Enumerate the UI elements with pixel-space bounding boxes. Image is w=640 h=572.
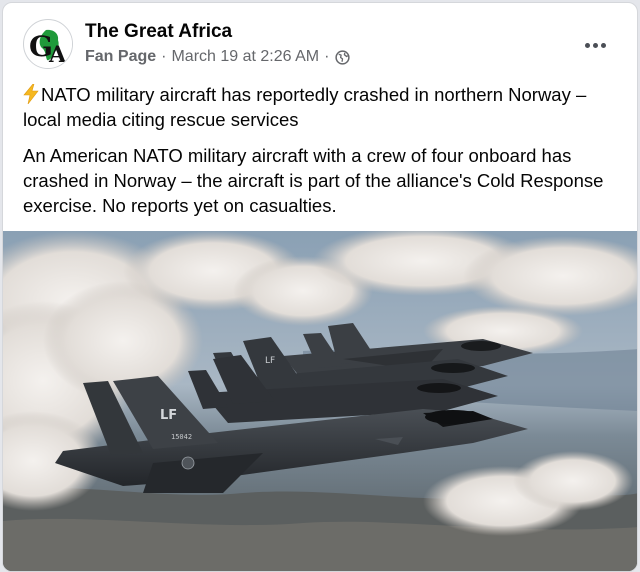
lightning-bolt-icon xyxy=(23,83,39,105)
fighter-jets-image: LF LF 15042 xyxy=(3,231,637,571)
post-body: An American NATO military aircraft with … xyxy=(23,145,604,216)
post-headline: NATO military aircraft has reportedly cr… xyxy=(23,82,623,132)
headline-text: NATO military aircraft has reportedly cr… xyxy=(23,84,587,130)
meta-separator: · xyxy=(324,48,330,65)
page-type-label: Fan Page xyxy=(85,48,157,65)
page-avatar[interactable]: G A xyxy=(23,19,73,69)
tail-marking: LF xyxy=(160,408,177,423)
post-card: G A The Great Africa Fan Page · March 19… xyxy=(2,2,638,572)
post-timestamp[interactable]: March 19 at 2:26 AM xyxy=(171,48,319,66)
post-photo[interactable]: LF LF 15042 xyxy=(3,231,637,571)
svg-text:LF: LF xyxy=(265,356,275,366)
page-logo: G A xyxy=(25,21,72,68)
post-header: G A The Great Africa Fan Page · March 19… xyxy=(23,17,623,73)
svg-text:A: A xyxy=(48,42,67,68)
meta-separator: · xyxy=(161,48,167,65)
tail-serial: 15042 xyxy=(171,433,192,441)
more-options-icon[interactable] xyxy=(577,29,613,61)
post-meta: Fan Page · March 19 at 2:26 AM · xyxy=(85,48,351,66)
page-name[interactable]: The Great Africa xyxy=(85,21,232,43)
globe-icon[interactable] xyxy=(335,49,351,65)
